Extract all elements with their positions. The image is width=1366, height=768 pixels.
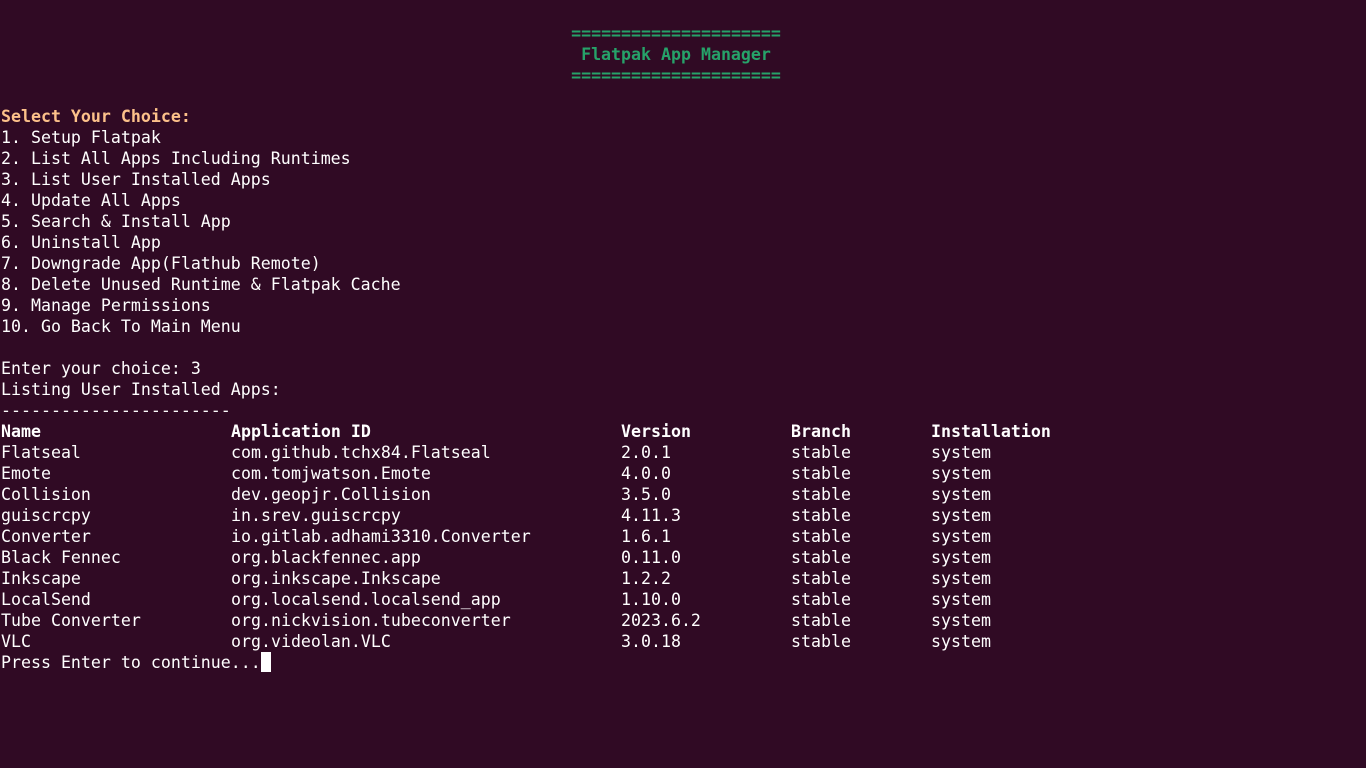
menu-item-uninstall: 6. Uninstall App [1,233,161,252]
table-separator: ----------------------- [1,401,231,420]
cell-name: Tube Converter [1,611,141,630]
cell-name: guiscrcpy [1,506,91,525]
cell-application-id: dev.geopjr.Collision [231,485,431,504]
table-row: Emote com.tomjwatson.Emote 4.0.0 stable … [0,463,1366,484]
cell-branch: stable [791,527,851,546]
table-row: Tube Converter org.nickvision.tubeconver… [0,610,1366,631]
cell-name: LocalSend [1,590,91,609]
cell-version: 0.11.0 [621,548,681,567]
cell-name: Converter [1,527,91,546]
menu-item-list-all-apps: 2. List All Apps Including Runtimes [1,149,351,168]
header-application-id: Application ID [231,422,371,441]
cell-application-id: org.inkscape.Inkscape [231,569,441,588]
choice-input-line: Enter your choice: 3 [1,359,201,378]
table-header-row: Name Application ID Version Branch Insta… [0,421,1366,442]
banner-title: Flatpak App Manager [581,45,771,64]
table-row: Converter io.gitlab.adhami3310.Converter… [0,526,1366,547]
table-row: LocalSend org.localsend.localsend_app 1.… [0,589,1366,610]
menu-item-search-install: 5. Search & Install App [1,212,231,231]
cell-installation: system [931,590,991,609]
cell-installation: system [931,611,991,630]
banner-rule-top: ===================== [571,24,781,43]
cell-branch: stable [791,506,851,525]
cell-application-id: org.nickvision.tubeconverter [231,611,511,630]
continue-prompt-line[interactable]: Press Enter to continue... [1,652,271,673]
cell-branch: stable [791,611,851,630]
cell-version: 4.0.0 [621,464,671,483]
cell-application-id: io.gitlab.adhami3310.Converter [231,527,531,546]
cell-application-id: com.github.tchx84.Flatseal [231,443,491,462]
text-cursor [260,652,271,672]
table-row: guiscrcpy in.srev.guiscrcpy 4.11.3 stabl… [0,505,1366,526]
cell-version: 3.5.0 [621,485,671,504]
cell-application-id: org.videolan.VLC [231,632,391,651]
cell-branch: stable [791,548,851,567]
menu-item-delete-unused: 8. Delete Unused Runtime & Flatpak Cache [1,275,401,294]
menu-item-manage-permissions: 9. Manage Permissions [1,296,211,315]
menu-item-setup-flatpak: 1. Setup Flatpak [1,128,161,147]
cell-version: 4.11.3 [621,506,681,525]
cell-application-id: org.blackfennec.app [231,548,421,567]
cell-branch: stable [791,569,851,588]
table-row: Flatseal com.github.tchx84.Flatseal 2.0.… [0,442,1366,463]
cell-application-id: com.tomjwatson.Emote [231,464,431,483]
menu-item-list-user-apps: 3. List User Installed Apps [1,170,271,189]
header-version: Version [621,422,691,441]
cell-name: VLC [1,632,31,651]
table-row: Inkscape org.inkscape.Inkscape 1.2.2 sta… [0,568,1366,589]
menu-heading: Select Your Choice: [1,107,191,126]
cell-branch: stable [791,590,851,609]
header-branch: Branch [791,422,851,441]
cell-application-id: in.srev.guiscrcpy [231,506,401,525]
cell-installation: system [931,527,991,546]
cell-name: Inkscape [1,569,81,588]
table-row: Collision dev.geopjr.Collision 3.5.0 sta… [0,484,1366,505]
cell-name: Flatseal [1,443,81,462]
cell-branch: stable [791,464,851,483]
cell-installation: system [931,569,991,588]
cell-version: 3.0.18 [621,632,681,651]
menu-item-downgrade: 7. Downgrade App(Flathub Remote) [1,254,321,273]
cell-branch: stable [791,485,851,504]
cell-installation: system [931,548,991,567]
cell-branch: stable [791,632,851,651]
cell-installation: system [931,632,991,651]
cell-branch: stable [791,443,851,462]
continue-prompt: Press Enter to continue... [1,653,261,672]
cell-installation: system [931,506,991,525]
cell-installation: system [931,464,991,483]
header-name: Name [1,422,41,441]
cell-application-id: org.localsend.localsend_app [231,590,501,609]
cell-name: Black Fennec [1,548,121,567]
cell-installation: system [931,485,991,504]
menu-item-update-all: 4. Update All Apps [1,191,181,210]
cell-version: 2.0.1 [621,443,671,462]
cell-version: 1.2.2 [621,569,671,588]
listing-heading: Listing User Installed Apps: [1,380,281,399]
cell-version: 2023.6.2 [621,611,701,630]
menu-item-go-back: 10. Go Back To Main Menu [1,317,241,336]
terminal-window[interactable]: ===================== Flatpak App Manage… [0,0,1366,768]
cell-name: Emote [1,464,51,483]
cell-version: 1.6.1 [621,527,671,546]
banner-rule-bottom: ===================== [571,66,781,85]
cell-version: 1.10.0 [621,590,681,609]
cell-name: Collision [1,485,91,504]
header-installation: Installation [931,422,1051,441]
cell-installation: system [931,443,991,462]
table-row: VLC org.videolan.VLC 3.0.18 stable syste… [0,631,1366,652]
table-row: Black Fennec org.blackfennec.app 0.11.0 … [0,547,1366,568]
